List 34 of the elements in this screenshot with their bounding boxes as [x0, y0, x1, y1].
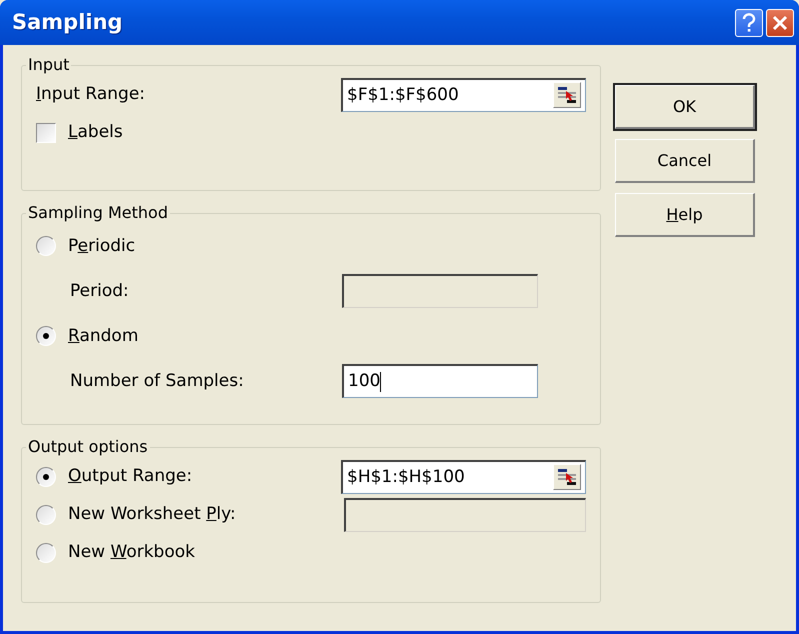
group-title: Output options [27, 437, 149, 458]
radio-label: New Workbook [68, 541, 195, 564]
checkbox-label: Labels [68, 121, 123, 144]
range-picker-icon [557, 86, 577, 104]
radio-button[interactable] [36, 236, 56, 256]
question-mark-icon [741, 12, 757, 32]
group-title: Sampling Method [27, 203, 169, 224]
close-button[interactable] [766, 8, 794, 36]
help-button[interactable] [735, 8, 763, 36]
dialog-button[interactable]: Cancel [615, 139, 755, 183]
radio-label: New Worksheet Ply: [68, 503, 236, 526]
checkbox[interactable] [36, 122, 56, 143]
field-label: Period: [70, 280, 129, 303]
range-picker-button[interactable] [553, 82, 581, 108]
field-label: Input Range: [36, 83, 146, 106]
dialog-button[interactable]: OK [615, 85, 755, 129]
input-field[interactable]: $H$1:$H$100 [341, 460, 586, 494]
radio-button[interactable] [36, 504, 56, 525]
radio-button[interactable] [36, 326, 56, 346]
window-title: Sampling [12, 8, 124, 36]
input-field[interactable]: $F$1:$F$600 [341, 78, 586, 112]
radio-label: Output Range: [68, 465, 192, 488]
group-title: Input [27, 55, 70, 76]
input-field[interactable]: 100 [342, 364, 538, 398]
range-picker-icon [557, 468, 577, 486]
radio-button[interactable] [36, 466, 56, 487]
field-label: Number of Samples: [70, 370, 244, 393]
radio-button[interactable] [36, 542, 56, 563]
radio-label: Random [68, 324, 138, 348]
radio-label: Periodic [68, 234, 136, 258]
dialog-button[interactable]: Help [615, 193, 755, 237]
range-picker-button[interactable] [553, 464, 581, 490]
text-cursor [380, 372, 382, 392]
close-icon [772, 14, 788, 30]
